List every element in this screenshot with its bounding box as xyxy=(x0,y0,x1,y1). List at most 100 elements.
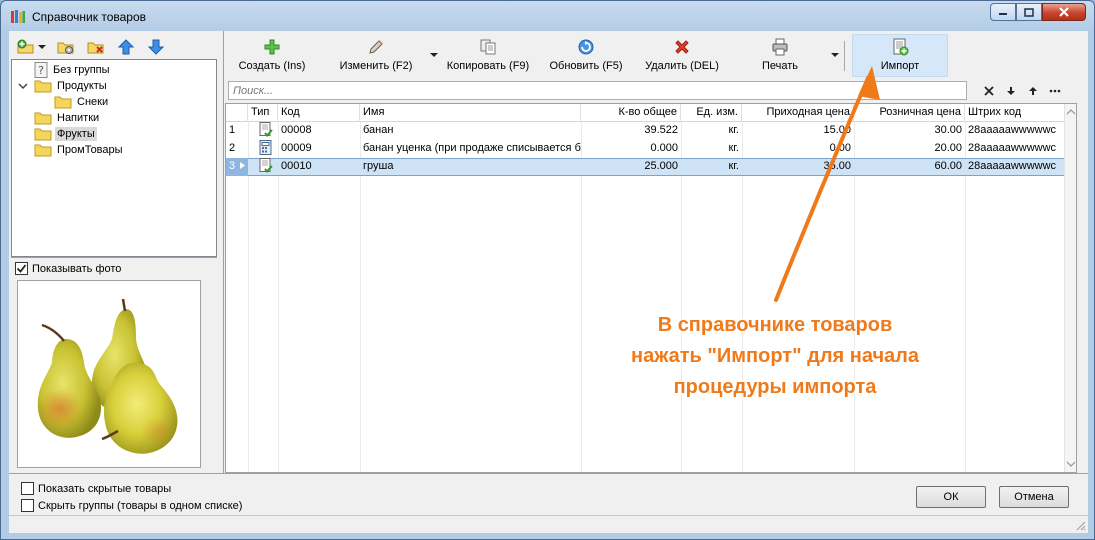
check-icon xyxy=(16,264,27,273)
copy-button-label: Копировать (F9) xyxy=(446,60,530,72)
search-options-button[interactable] xyxy=(1046,82,1064,100)
checkbox-box[interactable] xyxy=(15,262,28,275)
window-controls xyxy=(990,3,1086,21)
toolbar-separator xyxy=(844,41,845,71)
column-header-in-price[interactable]: Приходная цена xyxy=(742,104,854,122)
maximize-button[interactable] xyxy=(1016,3,1042,21)
column-header-unit[interactable]: Ед. изм. xyxy=(681,104,742,122)
cell-barcode: 28aaaaawwwwwc xyxy=(968,124,1057,136)
scroll-down-icon[interactable] xyxy=(1066,460,1076,468)
add-group-button[interactable] xyxy=(15,36,37,58)
search-next-button[interactable] xyxy=(1002,82,1020,100)
product-type-icon xyxy=(256,158,276,176)
copy-button[interactable]: Копировать (F9) xyxy=(444,35,532,77)
show-hidden-label: Показать скрытые товары xyxy=(38,482,172,495)
folder-icon xyxy=(34,80,52,93)
close-button[interactable] xyxy=(1042,3,1086,21)
print-button[interactable]: Печать xyxy=(744,35,816,77)
edit-dropdown-arrow[interactable] xyxy=(430,53,438,57)
edit-group-button[interactable] xyxy=(55,36,77,58)
folder-icon xyxy=(54,96,72,109)
delete-button[interactable]: Удалить (DEL) xyxy=(642,35,722,77)
window: Справочник товаров ? Без группы Продукты… xyxy=(0,0,1095,540)
close-icon xyxy=(1059,7,1069,17)
resize-grip-icon[interactable] xyxy=(1074,519,1086,531)
show-photo-checkbox[interactable]: Показывать фото xyxy=(15,262,121,275)
column-header-type[interactable]: Тип xyxy=(248,104,278,122)
cell-in-price: 0.00 xyxy=(829,142,851,154)
import-button[interactable]: Импорт xyxy=(852,34,948,77)
chevron-down-icon[interactable] xyxy=(18,81,28,91)
group-tree[interactable]: ? Без группы Продукты Снеки Напитки Фрук… xyxy=(11,59,217,257)
tree-item-products[interactable]: Продукты xyxy=(18,78,109,94)
titlebar[interactable]: Справочник товаров xyxy=(1,1,1094,31)
copy-icon xyxy=(480,39,496,55)
products-table[interactable]: Тип Код Имя К-во общее Ед. изм. Приходна… xyxy=(225,103,1077,473)
delete-x-icon xyxy=(675,40,689,54)
callout-line: В справочнике товаров xyxy=(657,314,893,336)
products-panel: Создать (Ins) Изменить (F2) Копировать (… xyxy=(223,31,1088,473)
table-scrollbar[interactable] xyxy=(1064,104,1076,472)
show-photo-label: Показывать фото xyxy=(32,262,122,275)
tree-item-snacks[interactable]: Снеки xyxy=(54,94,110,110)
edit-button-label: Изменить (F2) xyxy=(339,60,413,72)
scroll-up-icon[interactable] xyxy=(1066,108,1076,116)
cell-in-price: 15.00 xyxy=(823,124,851,136)
product-check-icon xyxy=(259,158,273,174)
clear-search-button[interactable] xyxy=(980,82,998,100)
cell-name: банан xyxy=(363,124,394,136)
plus-icon xyxy=(264,39,280,55)
column-header-retail-price[interactable]: Розничная цена xyxy=(854,104,965,122)
hide-groups-checkbox[interactable]: Скрыть группы (товары в одном списке) xyxy=(21,499,242,512)
checkbox-box[interactable] xyxy=(21,482,34,495)
window-title: Справочник товаров xyxy=(32,10,146,24)
create-button[interactable]: Создать (Ins) xyxy=(232,35,312,77)
cell-qty: 25.000 xyxy=(644,160,678,172)
cell-barcode: 28aaaaawwwwwc xyxy=(968,142,1057,154)
column-header-name[interactable]: Имя xyxy=(360,104,581,122)
row-pointer-icon xyxy=(240,162,246,169)
folder-settings-icon xyxy=(57,42,74,54)
tree-item-label: Снеки xyxy=(77,96,109,108)
ok-button[interactable]: ОК xyxy=(916,486,986,508)
cell-retail-price: 60.00 xyxy=(934,160,962,172)
show-hidden-checkbox[interactable]: Показать скрытые товары xyxy=(21,482,171,495)
cell-in-price: 35.00 xyxy=(823,160,851,172)
column-header-barcode[interactable]: Штрих код xyxy=(965,104,1066,122)
column-header-code[interactable]: Код xyxy=(278,104,360,122)
status-bar xyxy=(9,515,1088,533)
cell-code: 00008 xyxy=(281,124,312,136)
minimize-icon xyxy=(999,13,1007,15)
table-row[interactable]: 2 00009 банан уценка (при продаже списыв… xyxy=(226,140,1066,158)
folder-add-icon xyxy=(17,39,34,54)
add-group-dropdown[interactable] xyxy=(37,36,47,58)
cell-retail-price: 20.00 xyxy=(934,142,962,154)
checkbox-box[interactable] xyxy=(21,499,34,512)
move-down-button[interactable] xyxy=(145,36,167,58)
search-prev-button[interactable] xyxy=(1024,82,1042,100)
minimize-button[interactable] xyxy=(990,3,1016,21)
products-toolbar: Создать (Ins) Изменить (F2) Копировать (… xyxy=(224,31,1089,79)
group-toolbar xyxy=(15,35,175,59)
move-up-button[interactable] xyxy=(115,36,137,58)
print-dropdown-arrow[interactable] xyxy=(831,53,839,57)
delete-group-button[interactable] xyxy=(85,36,107,58)
refresh-button[interactable]: Обновить (F5) xyxy=(546,35,626,77)
column-header-qty[interactable]: К-во общее xyxy=(581,104,681,122)
column-header-rownum[interactable] xyxy=(226,104,248,122)
tree-item-no-group[interactable]: ? Без группы xyxy=(34,62,112,78)
table-row-selected[interactable]: 3 00010 груша 25.000 кг. 35.00 60.00 28a… xyxy=(226,158,1066,176)
tree-item-drinks[interactable]: Напитки xyxy=(34,110,101,126)
delete-button-label: Удалить (DEL) xyxy=(645,60,719,72)
cancel-button[interactable]: Отмена xyxy=(999,486,1069,508)
maximize-icon xyxy=(1024,7,1034,17)
tree-item-fruits[interactable]: Фрукты xyxy=(34,126,97,142)
search-input[interactable] xyxy=(228,81,967,100)
tree-item-label: Продукты xyxy=(57,80,107,92)
edit-button[interactable]: Изменить (F2) xyxy=(334,35,418,77)
tree-item-industrial-goods[interactable]: ПромТовары xyxy=(34,142,125,158)
table-row[interactable]: 1 00008 банан 39.522 кг. 15.00 30.00 28a… xyxy=(226,122,1066,140)
tree-item-label: Фрукты xyxy=(55,127,97,141)
calculator-icon xyxy=(259,140,272,155)
folder-icon xyxy=(34,112,52,125)
